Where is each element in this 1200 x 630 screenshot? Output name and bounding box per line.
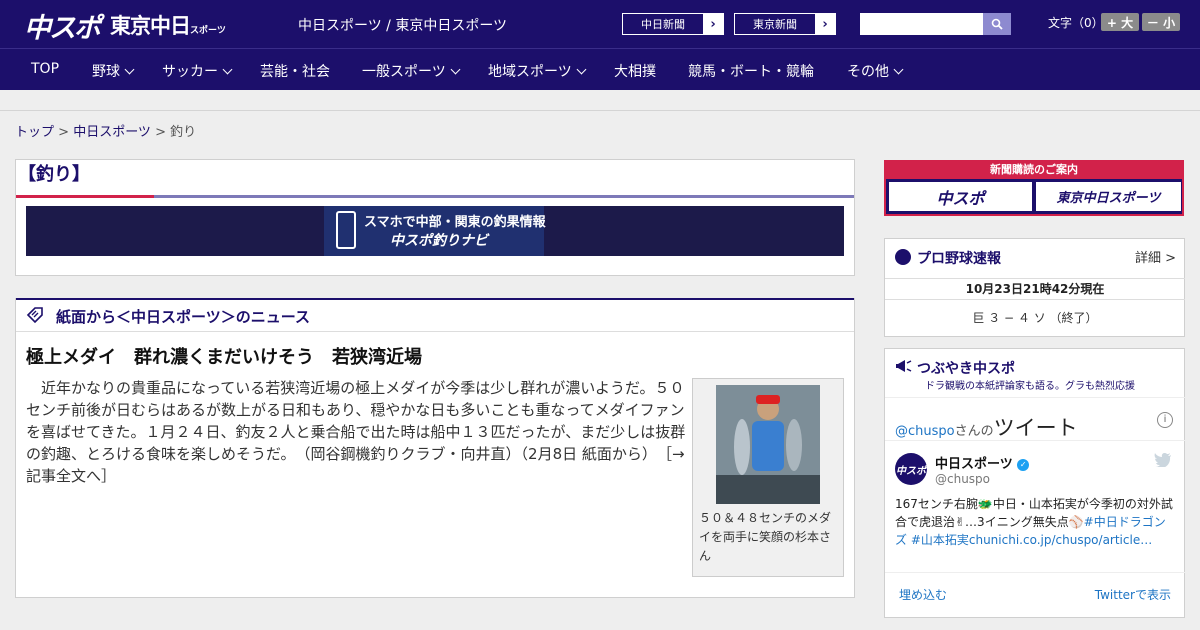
nav-top[interactable]: TOP — [31, 61, 59, 77]
twitter-handle[interactable]: @chuspo — [895, 424, 955, 439]
tokyo-shimbun-link[interactable]: 東京新聞 › — [734, 13, 836, 35]
chevron-right-icon: › — [703, 14, 723, 34]
twitter-timeline-title: @chuspoさんのツイート — [895, 412, 1078, 442]
tokyo-logo-small: スポーツ — [190, 26, 226, 36]
avatar[interactable]: 中スポ — [895, 453, 927, 485]
nav-label: 芸能・社会 — [260, 64, 330, 80]
article-body: 近年かなりの貴重品になっている若狭湾近場の極上メダイが今季は少し群れが濃いようだ… — [26, 377, 686, 487]
nav-label: サッカー — [162, 64, 218, 80]
tweet-account-id[interactable]: @chuspo — [935, 472, 990, 486]
tokyo-logo-text: 東京中日 — [110, 14, 191, 38]
nav-racing[interactable]: 競馬・ボート・競輪 — [688, 61, 814, 81]
info-icon[interactable]: i — [1157, 412, 1173, 428]
baseball-scores-box: プロ野球速報 詳細 > 10月23日21時42分現在 巨 ３ − ４ ソ （終了… — [884, 238, 1185, 337]
banner-line1: スマホで中部・関東の釣果情報 — [364, 215, 546, 230]
fishing-navi-banner[interactable]: スマホで中部・関東の釣果情報 中スポ釣りナビ — [26, 206, 844, 256]
chuspo-logo[interactable]: 中スポ — [24, 6, 101, 45]
tweet-account-name[interactable]: 中日スポーツ ✓ — [935, 453, 1030, 472]
nav-label: 一般スポーツ — [362, 64, 446, 80]
chunichi-shimbun-label: 中日新聞 — [641, 18, 685, 31]
banner-content: スマホで中部・関東の釣果情報 中スポ釣りナビ — [324, 206, 546, 256]
tokyo-shimbun-label: 東京新聞 — [753, 18, 797, 31]
font-size-label: 文字（0） — [1048, 16, 1104, 30]
nav-entertainment[interactable]: 芸能・社会 — [260, 61, 330, 81]
nav-label: 野球 — [92, 64, 120, 80]
chevron-down-icon — [222, 64, 233, 74]
search-icon — [991, 18, 1003, 30]
view-on-twitter-link[interactable]: Twitterで表示 — [1095, 586, 1171, 603]
subscription-banner: 新聞購読のご案内 中スポ 東京中日スポーツ — [884, 160, 1184, 216]
breadcrumb-home[interactable]: トップ — [15, 125, 54, 140]
embed-link[interactable]: 埋め込む — [899, 586, 947, 603]
article-text: 近年かなりの貴重品になっている若狭湾近場の極上メダイが今季は少し群れが濃いようだ… — [26, 379, 686, 463]
main-nav: TOP 野球 サッカー 芸能・社会 一般スポーツ 地域スポーツ 大相撲 競馬・ボ… — [0, 48, 1200, 90]
tag-icon — [26, 307, 43, 324]
nav-general-sports[interactable]: 一般スポーツ — [362, 61, 461, 81]
nav-soccer[interactable]: サッカー — [162, 61, 233, 81]
breadcrumb-sep: > — [150, 125, 171, 140]
nav-label: 地域スポーツ — [488, 64, 572, 80]
banner-line2: 中スポ釣りナビ — [390, 233, 488, 249]
article-title[interactable]: 極上メダイ 群れ濃くまだいけそう 若狭湾近場 — [26, 343, 422, 369]
top-header: 中スポ 東京中日スポーツ 中日スポーツ / 東京中日スポーツ 中日新聞 › 東京… — [0, 0, 1200, 48]
chevron-right-icon: › — [815, 14, 835, 34]
baseball-detail-link[interactable]: 詳細 > — [1135, 247, 1176, 266]
twitter-bird-icon[interactable] — [1154, 453, 1172, 467]
smartphone-icon — [336, 211, 356, 249]
breadcrumb: トップ > 中日スポーツ > 釣り — [15, 121, 196, 140]
nav-label: TOP — [31, 61, 60, 77]
twitter-title: つぶやき中スポ — [917, 361, 1015, 377]
twitter-handle-suffix: さんの — [954, 424, 994, 439]
twitter-timeline-header: @chuspoさんのツイート i — [885, 397, 1185, 441]
breadcrumb-sep: > — [54, 125, 74, 140]
twitter-footer: 埋め込む Twitterで表示 — [885, 572, 1185, 618]
angler-photo-illustration — [716, 385, 820, 504]
tweet-text[interactable]: 167センチ右腕🐲中日・山本拓実が今季初の対外試合で虎退治✌…3イニング無失点⚾… — [895, 495, 1177, 549]
chevron-down-icon — [450, 64, 461, 74]
nav-label: その他 — [847, 64, 889, 80]
nav-sumo[interactable]: 大相撲 — [614, 61, 656, 81]
score-row[interactable]: 巨 ３ − ４ ソ （終了） — [885, 309, 1185, 326]
photo-caption: ５０＆４８センチのメダイを両手に笑顔の杉本さん — [699, 511, 832, 563]
score-timestamp: 10月23日21時42分現在 — [885, 278, 1185, 300]
baseball-title: プロ野球速報 — [917, 251, 1001, 267]
subscribe-chuspo-button[interactable]: 中スポ — [889, 182, 1032, 211]
search-button[interactable] — [983, 13, 1011, 35]
tokyo-chunichi-logo[interactable]: 東京中日スポーツ — [110, 10, 226, 40]
category-underline-accent — [16, 195, 154, 198]
category-underline — [154, 195, 854, 198]
site-title[interactable]: 中日スポーツ / 東京中日スポーツ — [298, 15, 507, 35]
twitter-subtitle: ドラ観戦の本紙評論家も語る。グラも熱烈応援 — [925, 381, 1135, 392]
nav-local-sports[interactable]: 地域スポーツ — [488, 61, 587, 81]
account-name-text: 中日スポーツ — [935, 457, 1013, 472]
news-section-header: 紙面から＜中日スポーツ＞のニュース — [16, 298, 854, 332]
font-smaller-button[interactable]: － 小 — [1142, 13, 1180, 31]
category-title: 【釣り】 — [18, 164, 90, 185]
chevron-down-icon — [576, 64, 587, 74]
nav-others[interactable]: その他 — [847, 61, 904, 81]
nav-baseball[interactable]: 野球 — [92, 61, 135, 81]
megaphone-icon — [896, 360, 912, 372]
chevron-down-icon — [893, 64, 904, 74]
nav-label: 競馬・ボート・競輪 — [688, 64, 814, 80]
chevron-down-icon — [124, 64, 135, 74]
news-section-title: 紙面から＜中日スポーツ＞のニュース — [56, 308, 310, 326]
font-bigger-button[interactable]: + 大 — [1101, 13, 1139, 31]
baseball-icon — [895, 249, 911, 265]
article-photo-box: ５０＆４８センチのメダイを両手に笑顔の杉本さん — [692, 378, 844, 577]
breadcrumb-current: 釣り — [170, 125, 197, 140]
breadcrumb-parent[interactable]: 中日スポーツ — [73, 125, 151, 140]
nav-label: 大相撲 — [614, 64, 656, 80]
tweets-label: ツイート — [993, 416, 1078, 440]
twitter-widget-box: つぶやき中スポ ドラ観戦の本紙評論家も語る。グラも熱烈応援 @chuspoさんの… — [884, 348, 1185, 618]
chunichi-shimbun-link[interactable]: 中日新聞 › — [622, 13, 724, 35]
search-input[interactable] — [860, 13, 983, 35]
subscribe-tokyo-button[interactable]: 東京中日スポーツ — [1036, 182, 1181, 211]
article-photo[interactable] — [716, 385, 820, 504]
verified-icon: ✓ — [1017, 458, 1030, 471]
subscription-title: 新聞購読のご案内 — [884, 160, 1184, 179]
divider — [0, 110, 1200, 111]
